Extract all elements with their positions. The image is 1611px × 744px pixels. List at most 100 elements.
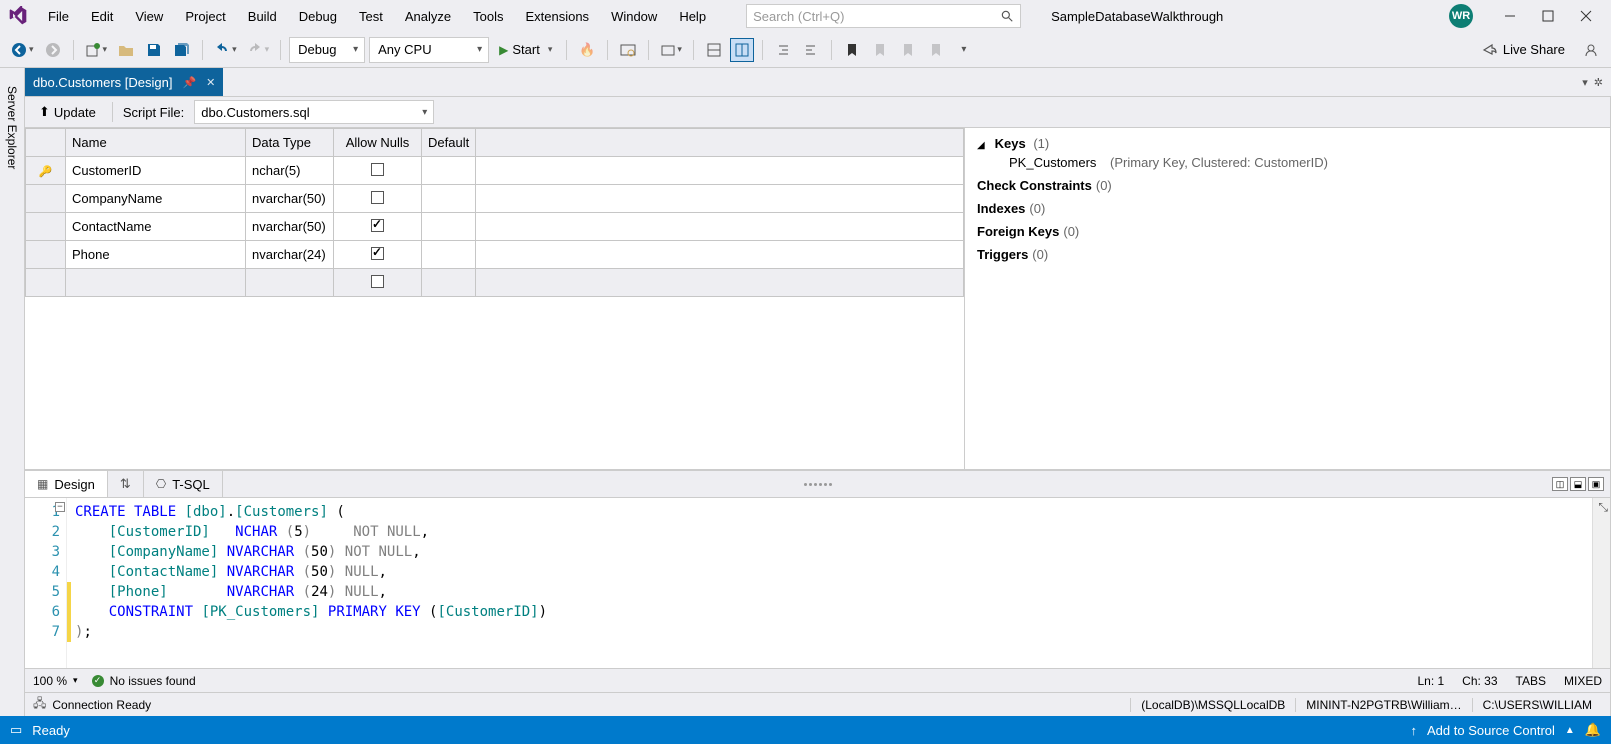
new-row[interactable] [26, 269, 964, 297]
bookmark-prev-icon[interactable] [868, 38, 892, 62]
snapshot-icon[interactable]: ▾ [657, 38, 685, 62]
maximize-button[interactable] [1539, 7, 1557, 25]
pk-name[interactable]: PK_Customers [1009, 155, 1096, 170]
feedback-icon[interactable] [1579, 38, 1603, 62]
design-tab[interactable]: ▦Design [25, 471, 108, 497]
menu-edit[interactable]: Edit [81, 5, 123, 28]
close-button[interactable] [1577, 7, 1595, 25]
table-row[interactable]: Phone nvarchar(24) [26, 241, 964, 269]
code-line[interactable]: [CustomerID] NCHAR (5) NOT NULL, [75, 522, 1610, 542]
sql-editor[interactable]: 1234567 − CREATE TABLE [dbo].[Customers]… [25, 498, 1610, 668]
zoom-combo[interactable]: 100 %▾ [33, 674, 78, 688]
nav-forward-icon[interactable] [41, 38, 65, 62]
allow-nulls-checkbox[interactable] [371, 219, 384, 232]
nav-back-icon[interactable]: ▾ [8, 38, 37, 62]
allow-nulls-checkbox[interactable] [371, 275, 384, 288]
code-line[interactable]: ); [75, 622, 1610, 642]
bookmark-clear-icon[interactable] [924, 38, 948, 62]
expand-collapse-icon[interactable]: ⤡ [1598, 500, 1608, 515]
table-row[interactable]: ContactName nvarchar(50) [26, 213, 964, 241]
save-all-icon[interactable] [170, 38, 194, 62]
fkeys-label[interactable]: Foreign Keys [977, 224, 1059, 239]
code-line[interactable]: CONSTRAINT [PK_Customers] PRIMARY KEY ([… [75, 602, 1610, 622]
minimize-button[interactable] [1501, 7, 1519, 25]
chevron-up-icon[interactable]: ▲ [1565, 725, 1575, 736]
table-row[interactable]: CompanyName nvarchar(50) [26, 185, 964, 213]
layout-icon-1[interactable] [702, 38, 726, 62]
keys-label[interactable]: Keys [995, 136, 1026, 151]
swap-tabs-icon[interactable]: ⇅ [108, 471, 144, 497]
splitter-handle[interactable] [788, 481, 848, 487]
live-share-button[interactable]: Live Share [1473, 42, 1573, 58]
indent-more-icon[interactable] [799, 38, 823, 62]
col-header-name[interactable]: Name [66, 129, 246, 157]
code-line[interactable]: [ContactName] NVARCHAR (50) NULL, [75, 562, 1610, 582]
script-file-combo[interactable]: dbo.Customers.sql [194, 100, 434, 124]
allow-nulls-checkbox[interactable] [371, 247, 384, 260]
bookmark-next-icon[interactable] [896, 38, 920, 62]
pane-layout-3-icon[interactable]: ▣ [1588, 477, 1604, 491]
start-button[interactable]: ▶Start▾ [493, 42, 558, 57]
tabs-overflow-icon[interactable]: ▾ [1582, 76, 1588, 89]
connection-icon: 🖧 [33, 694, 46, 715]
source-control-button[interactable]: Add to Source Control [1427, 723, 1555, 738]
menu-debug[interactable]: Debug [289, 5, 347, 28]
col-header-blank [476, 129, 964, 157]
col-header-nulls[interactable]: Allow Nulls [334, 129, 422, 157]
active-document-tab[interactable]: dbo.Customers [Design] 📌 ✕ [25, 68, 223, 96]
update-button[interactable]: ⬆ Update [33, 102, 102, 122]
menu-test[interactable]: Test [349, 5, 393, 28]
col-header-default[interactable]: Default [422, 129, 476, 157]
code-line[interactable]: CREATE TABLE [dbo].[Customers] ( [75, 502, 1610, 522]
allow-nulls-checkbox[interactable] [371, 163, 384, 176]
check-label[interactable]: Check Constraints [977, 178, 1092, 193]
columns-grid[interactable]: Name Data Type Allow Nulls Default 🔑 Cus… [25, 128, 965, 469]
open-icon[interactable] [114, 38, 138, 62]
tsql-tab[interactable]: ⎔T-SQL [144, 471, 223, 497]
menu-file[interactable]: File [38, 5, 79, 28]
output-icon[interactable]: ▭ [10, 722, 22, 738]
server-explorer-tab[interactable]: Server Explorer [3, 78, 21, 177]
bookmark-icon[interactable] [840, 38, 864, 62]
menu-extensions[interactable]: Extensions [515, 5, 599, 28]
menu-analyze[interactable]: Analyze [395, 5, 461, 28]
allow-nulls-checkbox[interactable] [371, 191, 384, 204]
menu-help[interactable]: Help [669, 5, 716, 28]
menu-window[interactable]: Window [601, 5, 667, 28]
pane-layout-2-icon[interactable]: ⬓ [1570, 477, 1586, 491]
redo-icon[interactable]: ▾ [244, 38, 273, 62]
new-project-icon[interactable]: ▾ [82, 38, 111, 62]
config-combo[interactable]: Debug [289, 37, 365, 63]
collapse-arrow-icon[interactable]: ◢ [977, 140, 989, 151]
tabs-settings-icon[interactable]: ✲ [1594, 76, 1603, 89]
undo-icon[interactable]: ▾ [211, 38, 240, 62]
table-row[interactable]: 🔑 CustomerID nchar(5) [26, 157, 964, 185]
indent-less-icon[interactable] [771, 38, 795, 62]
save-icon[interactable] [142, 38, 166, 62]
issues-status[interactable]: ✓No issues found [92, 674, 196, 688]
notifications-icon[interactable]: 🔔 [1585, 722, 1601, 738]
menu-tools[interactable]: Tools [463, 5, 513, 28]
layout-icon-2[interactable] [730, 38, 754, 62]
fold-icon[interactable]: − [55, 502, 65, 512]
close-tab-icon[interactable]: ✕ [206, 76, 215, 89]
hot-reload-icon[interactable]: 🔥 [575, 38, 599, 62]
code-line[interactable]: [CompanyName] NVARCHAR (50) NOT NULL, [75, 542, 1610, 562]
code-line[interactable]: [Phone] NVARCHAR (24) NULL, [75, 582, 1610, 602]
pane-layout-1-icon[interactable]: ◫ [1552, 477, 1568, 491]
menu-build[interactable]: Build [238, 5, 287, 28]
user-avatar[interactable]: WR [1449, 4, 1473, 28]
pin-icon[interactable]: 📌 [182, 76, 196, 89]
vertical-scrollbar[interactable] [1592, 498, 1610, 668]
triggers-label[interactable]: Triggers [977, 247, 1028, 262]
platform-combo[interactable]: Any CPU [369, 37, 489, 63]
code-lines[interactable]: − CREATE TABLE [dbo].[Customers] ( [Cust… [67, 498, 1610, 668]
col-header-type[interactable]: Data Type [246, 129, 334, 157]
indexes-label[interactable]: Indexes [977, 201, 1025, 216]
search-box[interactable]: Search (Ctrl+Q) [746, 4, 1021, 28]
menu-project[interactable]: Project [175, 5, 235, 28]
designer-toolbar: ⬆ Update Script File: dbo.Customers.sql [25, 96, 1611, 128]
toolbar-overflow-icon[interactable]: ▾ [952, 38, 976, 62]
menu-view[interactable]: View [125, 5, 173, 28]
browse-icon[interactable] [616, 38, 640, 62]
